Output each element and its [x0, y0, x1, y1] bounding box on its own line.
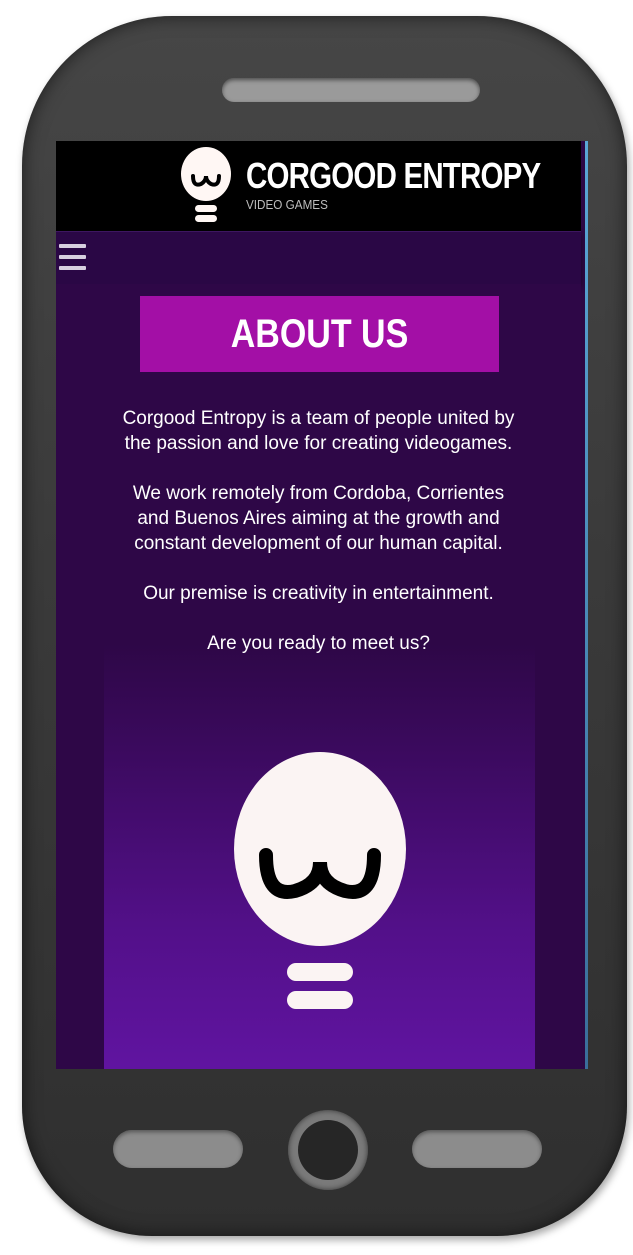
- nav-bar: [56, 231, 581, 284]
- phone-speaker: [222, 78, 480, 102]
- about-paragraph: Our premise is creativity in entertainme…: [143, 583, 494, 604]
- brand-name[interactable]: CORGOOD ENTROPY: [246, 155, 541, 197]
- site-header: CORGOOD ENTROPY VIDEO GAMES: [56, 141, 581, 231]
- about-title-box: ABOUT US: [140, 296, 499, 372]
- phone-right-button: [412, 1130, 542, 1168]
- hamburger-menu-icon[interactable]: [59, 243, 86, 271]
- brand-tagline: VIDEO GAMES: [246, 197, 328, 212]
- screen-edge: [585, 141, 588, 1069]
- lightbulb-logo-icon[interactable]: [180, 147, 232, 225]
- about-paragraph: We work remotely from Cordoba, Corriente…: [132, 483, 505, 554]
- about-paragraph: Corgood Entropy is a team of people unit…: [122, 408, 515, 454]
- phone-home-button: [288, 1110, 368, 1190]
- about-paragraph: Are you ready to meet us?: [207, 633, 430, 654]
- page-title: ABOUT US: [230, 311, 409, 356]
- phone-screen: CORGOOD ENTROPY VIDEO GAMES ABOUT US Cor…: [56, 141, 585, 1069]
- about-text: Corgood Entropy is a team of people unit…: [116, 406, 521, 681]
- phone-left-button: [113, 1130, 243, 1168]
- lightbulb-mascot-icon: [234, 752, 406, 1009]
